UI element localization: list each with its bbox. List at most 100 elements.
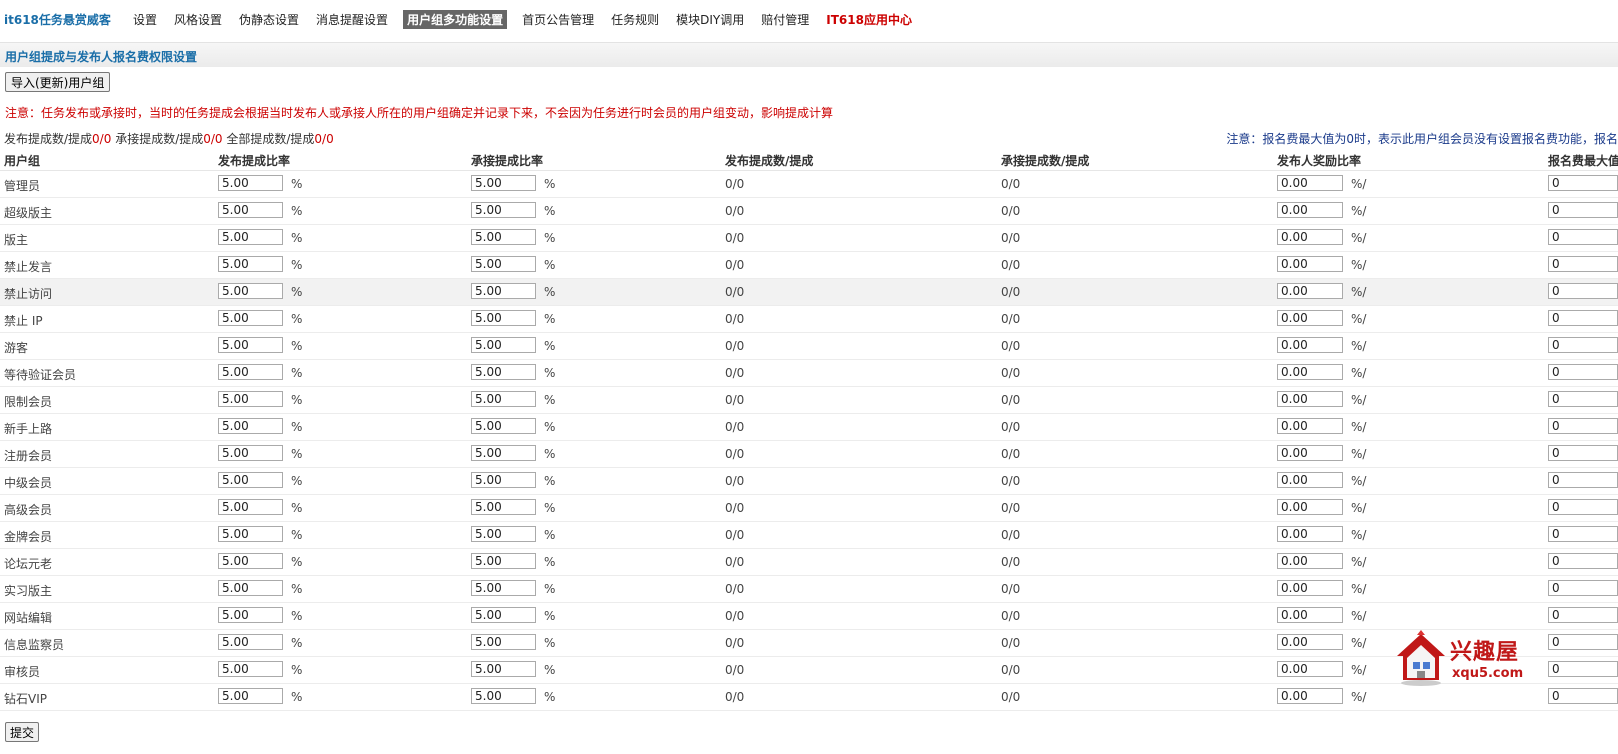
- max-fee-input[interactable]: [1548, 553, 1618, 569]
- max-fee-input[interactable]: [1548, 634, 1618, 650]
- max-fee-input[interactable]: [1548, 472, 1618, 488]
- publish-rate-input[interactable]: [218, 310, 283, 326]
- publish-rate-input[interactable]: [218, 553, 283, 569]
- publish-rate-input[interactable]: [218, 229, 283, 245]
- max-fee-input[interactable]: [1548, 526, 1618, 542]
- publish-rate-input[interactable]: [218, 418, 283, 434]
- reward-rate-input[interactable]: [1277, 661, 1343, 677]
- take-rate-input[interactable]: [471, 283, 536, 299]
- max-fee-input[interactable]: [1548, 256, 1618, 272]
- reward-rate-input[interactable]: [1277, 256, 1343, 272]
- publish-rate-input[interactable]: [218, 607, 283, 623]
- take-rate-input[interactable]: [471, 175, 536, 191]
- reward-rate-input[interactable]: [1277, 688, 1343, 704]
- take-rate-input[interactable]: [471, 256, 536, 272]
- publish-count: 0/0: [725, 339, 745, 353]
- percent-sign: %: [544, 528, 556, 542]
- take-rate-input[interactable]: [471, 337, 536, 353]
- publish-rate-input[interactable]: [218, 283, 283, 299]
- max-fee-input[interactable]: [1548, 310, 1618, 326]
- publish-rate-input[interactable]: [218, 580, 283, 596]
- nav-item-1[interactable]: 风格设置: [172, 10, 224, 29]
- reward-rate-input[interactable]: [1277, 580, 1343, 596]
- take-rate-input[interactable]: [471, 553, 536, 569]
- nav-item-7[interactable]: 模块DIY调用: [674, 10, 746, 29]
- publish-rate-input[interactable]: [218, 472, 283, 488]
- publish-rate-input[interactable]: [218, 661, 283, 677]
- max-fee-input[interactable]: [1548, 688, 1618, 704]
- reward-rate-input[interactable]: [1277, 337, 1343, 353]
- max-fee-input[interactable]: [1548, 364, 1618, 380]
- take-rate-input[interactable]: [471, 364, 536, 380]
- nav-item-2[interactable]: 伪静态设置: [237, 10, 301, 29]
- publish-rate-input[interactable]: [218, 688, 283, 704]
- reward-rate-input[interactable]: [1277, 283, 1343, 299]
- nav-item-0[interactable]: 设置: [131, 10, 159, 29]
- publish-rate-input[interactable]: [218, 175, 283, 191]
- max-fee-input[interactable]: [1548, 202, 1618, 218]
- reward-rate-input[interactable]: [1277, 229, 1343, 245]
- take-rate-input[interactable]: [471, 580, 536, 596]
- max-fee-input[interactable]: [1548, 661, 1618, 677]
- max-fee-input[interactable]: [1548, 283, 1618, 299]
- nav-item-8[interactable]: 赔付管理: [759, 10, 811, 29]
- max-fee-input[interactable]: [1548, 175, 1618, 191]
- take-rate-input[interactable]: [471, 202, 536, 218]
- take-rate-input[interactable]: [471, 418, 536, 434]
- take-rate-input[interactable]: [471, 472, 536, 488]
- publish-rate-input[interactable]: [218, 364, 283, 380]
- nav-item-3[interactable]: 消息提醒设置: [314, 10, 390, 29]
- max-fee-input[interactable]: [1548, 499, 1618, 515]
- reward-rate-input[interactable]: [1277, 499, 1343, 515]
- import-usergroups-button[interactable]: 导入(更新)用户组: [5, 72, 111, 92]
- nav-item-9[interactable]: IT618应用中心: [824, 10, 914, 29]
- percent-sign: %: [544, 609, 556, 623]
- nav-item-5[interactable]: 首页公告管理: [520, 10, 596, 29]
- take-rate-input[interactable]: [471, 445, 536, 461]
- nav-item-6[interactable]: 任务规则: [609, 10, 661, 29]
- reward-rate-input[interactable]: [1277, 553, 1343, 569]
- take-rate-input[interactable]: [471, 499, 536, 515]
- max-fee-input[interactable]: [1548, 445, 1618, 461]
- max-fee-input[interactable]: [1548, 418, 1618, 434]
- take-rate-input[interactable]: [471, 526, 536, 542]
- max-fee-input[interactable]: [1548, 580, 1618, 596]
- reward-rate-input[interactable]: [1277, 418, 1343, 434]
- reward-rate-input[interactable]: [1277, 634, 1343, 650]
- stat-value-take: 0/0: [203, 132, 223, 146]
- publish-count: 0/0: [725, 528, 745, 542]
- publish-rate-input[interactable]: [218, 256, 283, 272]
- reward-rate-input[interactable]: [1277, 391, 1343, 407]
- take-rate-input[interactable]: [471, 310, 536, 326]
- publish-rate-input[interactable]: [218, 337, 283, 353]
- reward-rate-input[interactable]: [1277, 310, 1343, 326]
- max-fee-input[interactable]: [1548, 391, 1618, 407]
- reward-rate-input[interactable]: [1277, 526, 1343, 542]
- publish-rate-input[interactable]: [218, 202, 283, 218]
- max-fee-input[interactable]: [1548, 607, 1618, 623]
- publish-rate-input[interactable]: [218, 499, 283, 515]
- take-rate-input[interactable]: [471, 229, 536, 245]
- submit-button[interactable]: 提交: [5, 722, 40, 742]
- publish-rate-input[interactable]: [218, 391, 283, 407]
- nav-item-4[interactable]: 用户组多功能设置: [403, 10, 508, 29]
- reward-rate-input[interactable]: [1277, 364, 1343, 380]
- take-count: 0/0: [1001, 258, 1021, 272]
- reward-rate-input[interactable]: [1277, 607, 1343, 623]
- max-fee-input[interactable]: [1548, 337, 1618, 353]
- take-rate-input[interactable]: [471, 634, 536, 650]
- take-rate-input[interactable]: [471, 661, 536, 677]
- publish-rate-input[interactable]: [218, 526, 283, 542]
- max-fee-input[interactable]: [1548, 229, 1618, 245]
- take-rate-input[interactable]: [471, 688, 536, 704]
- publish-rate-input[interactable]: [218, 445, 283, 461]
- reward-rate-input[interactable]: [1277, 202, 1343, 218]
- plugin-brand[interactable]: it618任务悬赏威客: [4, 11, 111, 28]
- publish-rate-input[interactable]: [218, 634, 283, 650]
- reward-rate-input[interactable]: [1277, 472, 1343, 488]
- reward-rate-input[interactable]: [1277, 175, 1343, 191]
- reward-rate-input[interactable]: [1277, 445, 1343, 461]
- take-count: 0/0: [1001, 609, 1021, 623]
- take-rate-input[interactable]: [471, 391, 536, 407]
- take-rate-input[interactable]: [471, 607, 536, 623]
